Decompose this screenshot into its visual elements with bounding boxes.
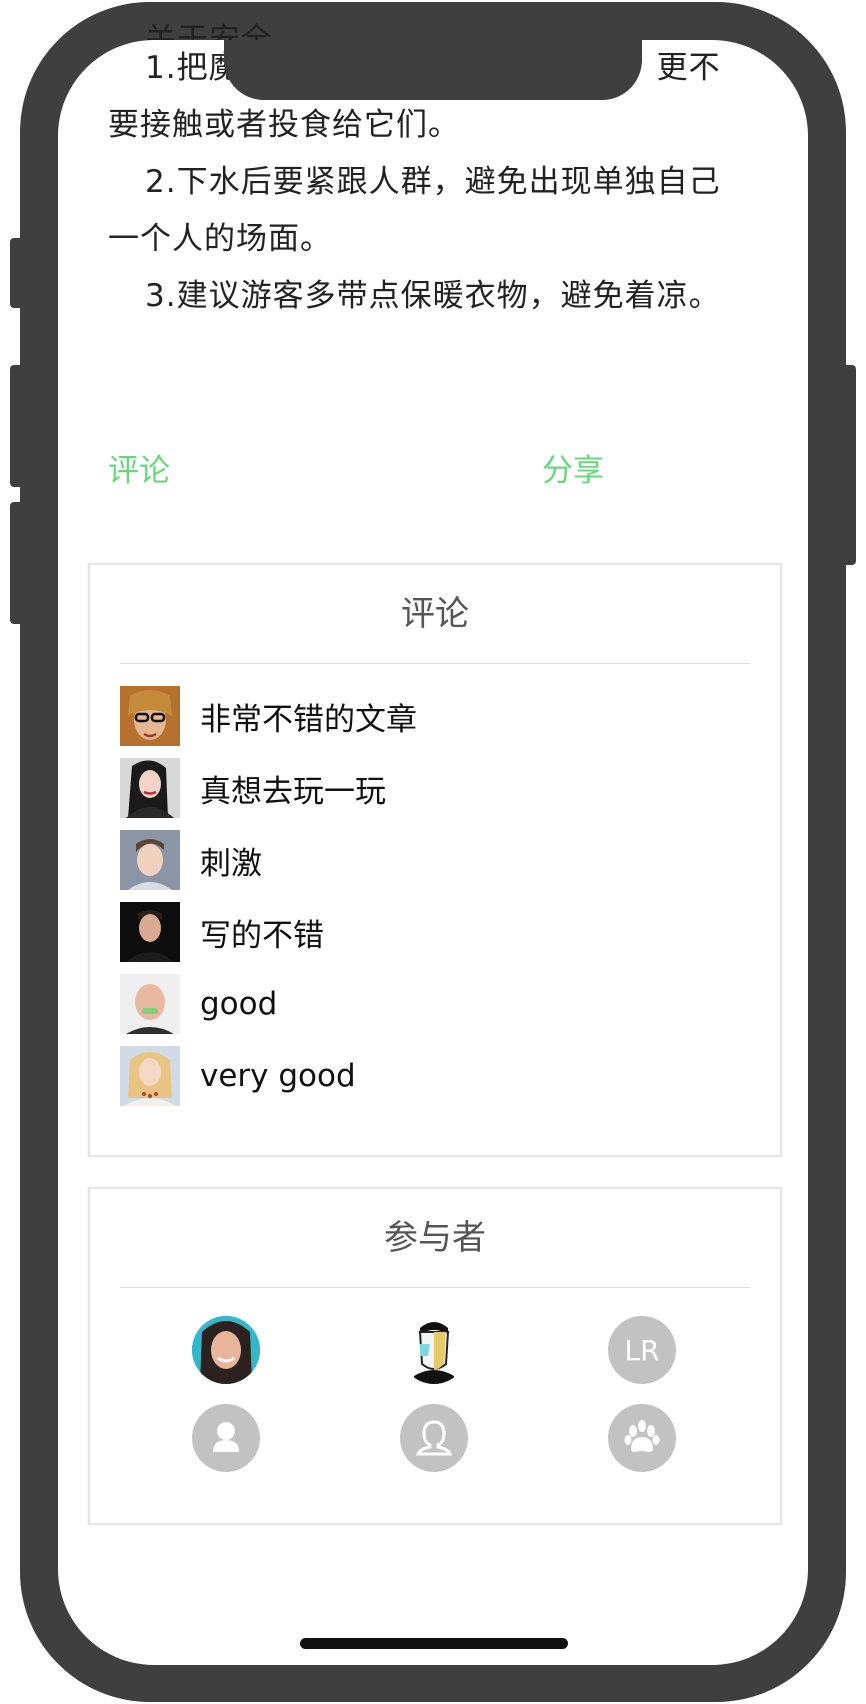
participants-card-title: 参与者 [120, 1189, 750, 1288]
article-line-2: 2.下水后要紧跟人群，避免出现单独自己一个人的场面。 [108, 164, 721, 257]
comment-text: 刺激 [200, 845, 262, 882]
comment-item[interactable]: 非常不错的文章 [120, 686, 780, 746]
avatar-woman-dark-hair [120, 758, 180, 818]
comment-item[interactable]: good [120, 974, 780, 1034]
participant-initials-text: LR [624, 1333, 660, 1367]
participant-woman-photo[interactable] [192, 1316, 260, 1384]
avatar-man-dark [120, 902, 180, 962]
share-link[interactable]: 分享 [542, 445, 604, 490]
paw-icon[interactable] [608, 1404, 676, 1472]
comment-item[interactable]: 真想去玩一玩 [120, 758, 780, 818]
avatar-woman-glasses [120, 686, 180, 746]
user-outline-icon[interactable] [400, 1404, 468, 1472]
comment-list: 非常不错的文章 真想去玩一玩 刺激 写的不错 good very good [90, 664, 780, 1106]
participants-card: 参与者 LR [88, 1187, 782, 1525]
mute-switch [10, 238, 24, 308]
volume-down-button [10, 502, 24, 624]
notch [224, 40, 642, 100]
volume-up-button [10, 365, 24, 487]
avatar-bald-man [120, 974, 180, 1034]
article-heading-partial: 关于安全 [145, 22, 273, 40]
comment-item[interactable]: 写的不错 [120, 902, 780, 962]
participant-man-art[interactable] [400, 1316, 468, 1384]
person-icon[interactable] [192, 1404, 260, 1472]
comment-item[interactable]: very good [120, 1046, 780, 1106]
comment-text: 写的不错 [200, 917, 324, 954]
avatar-blonde-woman [120, 1046, 180, 1106]
comment-item[interactable]: 刺激 [120, 830, 780, 890]
avatar-young-man [120, 830, 180, 890]
comment-text: good [200, 986, 278, 1022]
article-line-3: 3.建议游客多带点保暖衣物，避免着凉。 [145, 278, 721, 314]
comment-text: 真想去玩一玩 [200, 773, 386, 810]
comment-text: 非常不错的文章 [200, 701, 417, 738]
comments-card-title: 评论 [120, 565, 750, 664]
participants-grid: LR [90, 1288, 780, 1518]
comment-text: very good [200, 1058, 356, 1094]
home-indicator[interactable] [300, 1638, 568, 1649]
comments-card: 评论 非常不错的文章 真想去玩一玩 刺激 写的不错 good very good [88, 563, 782, 1157]
comment-link[interactable]: 评论 [108, 445, 170, 490]
participant-initials[interactable]: LR [608, 1316, 676, 1384]
power-button [842, 365, 856, 565]
